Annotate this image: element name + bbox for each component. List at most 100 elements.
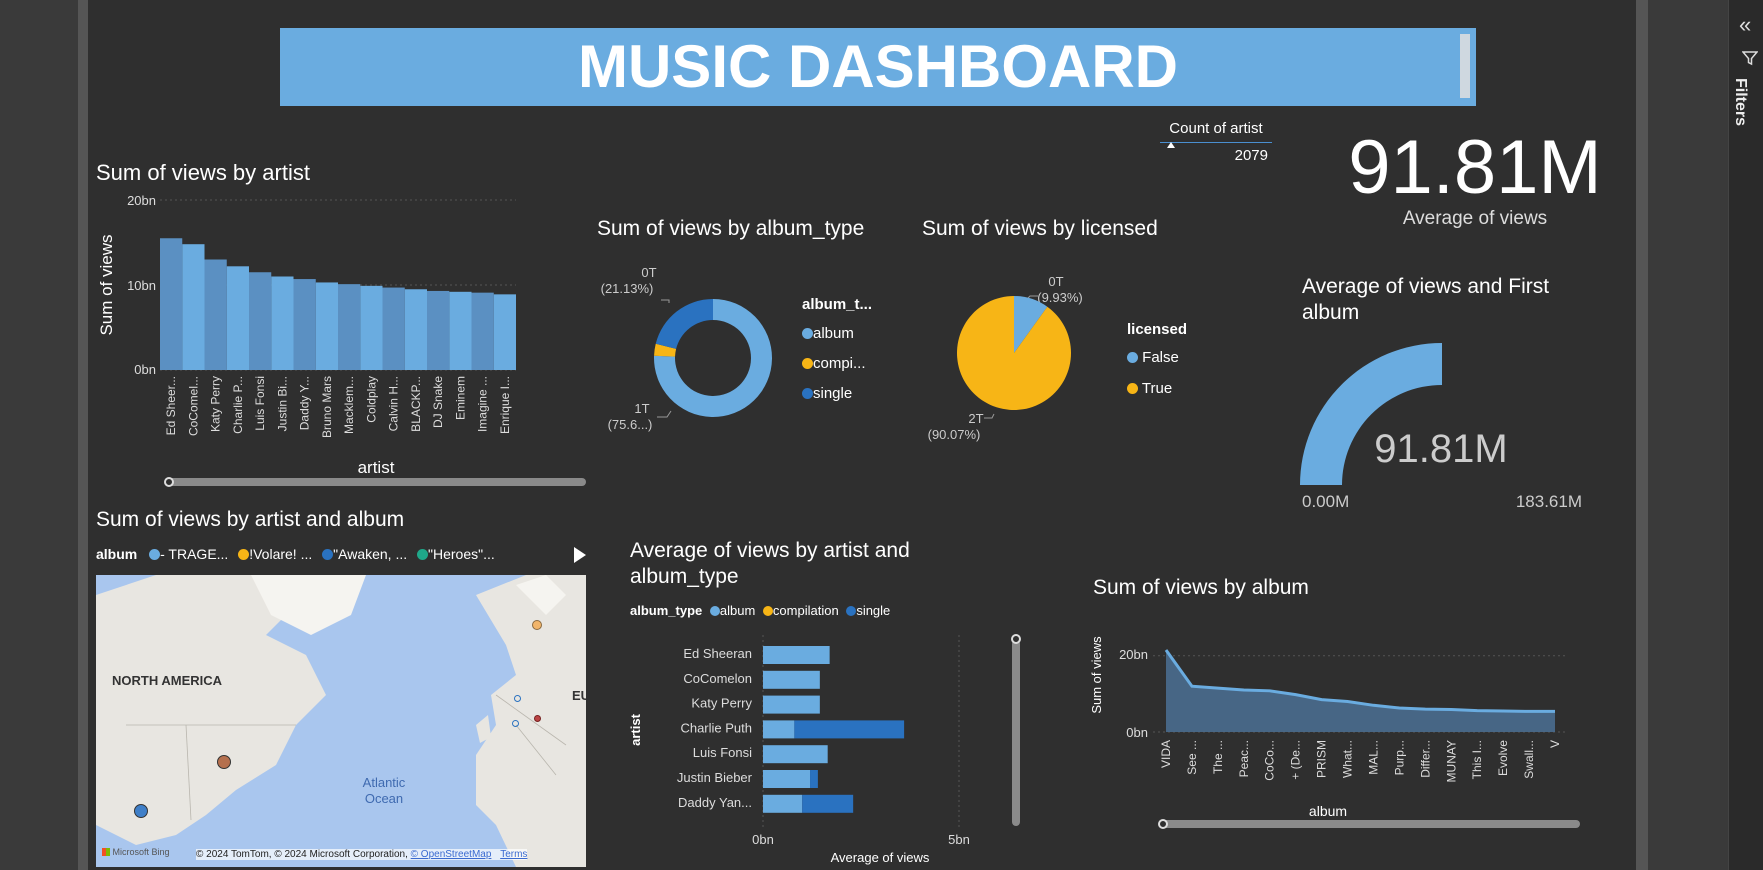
bar-album (763, 794, 803, 813)
bar-album (763, 695, 820, 714)
album-tick-label: This I... (1470, 740, 1484, 779)
gauge-max: 183.61M (1516, 492, 1582, 511)
map-bubble[interactable] (512, 720, 519, 727)
bar-chart-scroll-handle[interactable] (1011, 634, 1021, 644)
artist-tick-label: Coldplay (364, 376, 378, 423)
map-chart-title: Sum of views by artist and album (96, 508, 405, 531)
album-area (1166, 650, 1555, 732)
artist-bar (226, 266, 249, 370)
album-tick-label: MAL... (1366, 740, 1380, 775)
bar-xtick: 0bn (752, 832, 774, 847)
artist-tick-label: BLACKP... (409, 376, 423, 432)
artist-tick-label: Imagine ... (476, 376, 490, 432)
sort-up-icon[interactable] (1167, 142, 1175, 148)
bar-category-label: Luis Fonsi (693, 745, 752, 760)
bar-legend-compilation[interactable]: compilation (762, 603, 839, 618)
album-tick-label: + (De... (1289, 740, 1303, 780)
donut-label-bottom-pct: (75.6...) (608, 417, 653, 432)
artist-bar (293, 279, 316, 370)
bar-single (802, 794, 854, 813)
artist-tick-label: Daddy Y... (298, 376, 312, 430)
legend-item-compilation[interactable]: compi... (802, 349, 872, 379)
legend-next-arrow-icon[interactable] (574, 547, 586, 563)
title-banner: MUSIC DASHBOARD (280, 28, 1476, 106)
album-chart-scrollbar[interactable] (1160, 820, 1580, 828)
pie-leader (984, 413, 995, 419)
bar-chart-scrollbar[interactable] (1012, 640, 1020, 826)
artist-bar (360, 285, 383, 370)
gauge-min: 0.00M (1302, 492, 1349, 511)
donut-label-top-pct: (21.13%) (601, 281, 654, 296)
gauge-chart: 91.81M 0.00M 183.61M (1300, 343, 1582, 511)
legend-item-true[interactable]: True (1127, 373, 1187, 404)
artist-bar (427, 290, 450, 370)
map-bubble[interactable] (514, 695, 521, 702)
pie-label-top-pct: (9.93%) (1037, 290, 1083, 305)
album-ytick: 0bn (1126, 725, 1148, 740)
double-chevron-left-icon[interactable]: « (1739, 14, 1751, 36)
bar-ylabel: artist (628, 713, 643, 745)
artist-tick-label: Ed Sheer... (164, 376, 178, 435)
artist-tick-label: Eminem (453, 376, 467, 420)
bar-album (763, 770, 811, 788)
bar-album (763, 745, 828, 764)
count-divider (1160, 142, 1272, 143)
album-chart-title: Sum of views by album (1093, 576, 1309, 599)
artist-chart-scrollbar[interactable] (168, 478, 586, 486)
album-tick-label: VIDA (1159, 740, 1173, 768)
artist-tick-label: Luis Fonsi (253, 376, 267, 431)
artist-chart-scroll-handle[interactable] (164, 477, 174, 487)
map-label-north-america: NORTH AMERICA (112, 673, 223, 688)
average-label: Average of views (1402, 208, 1548, 229)
bar-category-label: Daddy Yan... (678, 795, 752, 810)
legend-item-false[interactable]: False (1127, 342, 1187, 373)
bar-chart-title: Average of views by artist and album_typ… (630, 539, 910, 588)
legend-item-tragedy[interactable]: - TRAGE... (149, 546, 228, 562)
bing-logo: Microsoft Bing (102, 847, 170, 857)
album-tick-label: Differ... (1418, 740, 1432, 778)
map[interactable]: NORTH AMERICA Atlantic Ocean EU Microsof… (96, 575, 586, 867)
bar-single (810, 770, 818, 788)
artist-bar (315, 282, 338, 370)
bar-chart: artist 0bn 5bn Average of views Ed Sheer… (628, 635, 970, 865)
artist-ytick: 0bn (134, 362, 156, 377)
licensed-legend: licensed False True (1127, 320, 1187, 404)
artist-xlabel: artist (358, 458, 395, 477)
map-bubble[interactable] (217, 755, 231, 769)
legend-item-album[interactable]: album (802, 319, 872, 349)
artist-bar (249, 272, 272, 370)
banner-scrollbar[interactable] (1460, 34, 1470, 98)
map-bubble[interactable] (134, 804, 148, 818)
artist-bar (404, 289, 427, 370)
bar-legend-single[interactable]: single (846, 603, 890, 618)
average-value: 91.81M (1348, 125, 1602, 210)
map-bubble[interactable] (534, 715, 541, 722)
artist-bar (160, 238, 183, 370)
map-label-ocean-1: Atlantic (362, 775, 406, 790)
artist-ytick: 10bn (127, 278, 156, 293)
artist-bar (271, 276, 294, 370)
map-bubble[interactable] (532, 620, 542, 630)
bar-legend-album[interactable]: album (709, 603, 755, 618)
count-value: 2079 (1234, 147, 1268, 164)
bar-album (763, 720, 795, 739)
album-tick-label: MUNAY (1444, 740, 1458, 782)
osm-link[interactable]: © OpenStreetMap (411, 849, 492, 860)
legend-item-volare[interactable]: !Volare! ... (238, 546, 312, 562)
gauge-value: 91.81M (1374, 427, 1507, 471)
legend-item-awaken[interactable]: "Awaken, ... (322, 546, 407, 562)
licensed-legend-title: licensed (1127, 321, 1188, 338)
bar-xlabel: Average of views (831, 850, 930, 865)
album-tick-label: Evolve (1496, 740, 1510, 776)
album-tick-label: CoCo... (1263, 740, 1277, 781)
album-chart-scroll-handle[interactable] (1158, 819, 1168, 829)
map-label-ocean-2: Ocean (364, 791, 404, 806)
bar-single (794, 720, 905, 739)
legend-item-heroes[interactable]: "Heroes"... (417, 546, 495, 562)
donut-label-bottom-value: 1T (634, 401, 649, 416)
legend-item-single[interactable]: single (802, 379, 872, 409)
terms-link[interactable]: Terms (500, 849, 527, 860)
artist-tick-label: Macklem... (342, 376, 356, 434)
filters-label[interactable]: Filters (1731, 78, 1749, 126)
filters-pane[interactable]: « Filters (1728, 0, 1763, 870)
